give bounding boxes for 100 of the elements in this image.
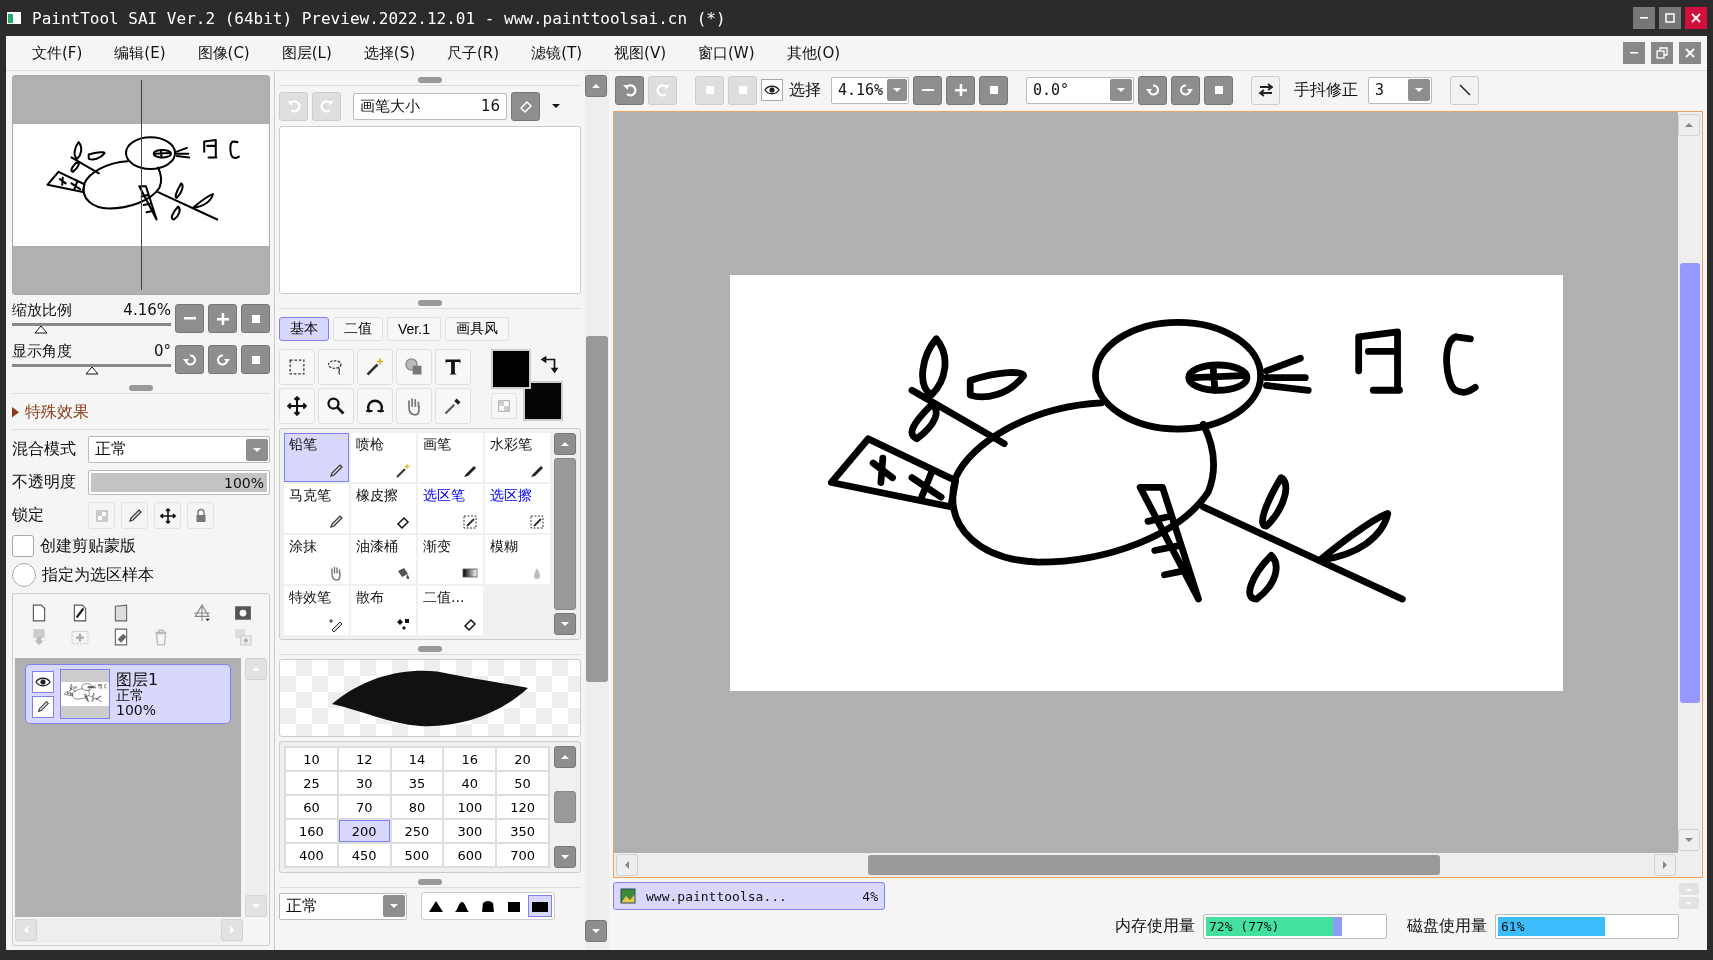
foreground-color-swatch[interactable] — [491, 349, 531, 389]
scroll-left-button[interactable] — [616, 854, 638, 876]
rotate-left-button[interactable] — [1138, 75, 1167, 105]
splitter-handle[interactable] — [418, 77, 442, 83]
perspective-button[interactable] — [193, 604, 211, 622]
scroll-up-button[interactable] — [585, 75, 607, 97]
brush-tool[interactable]: 散布 — [351, 586, 416, 635]
brush-size-preset[interactable]: 400 — [286, 844, 337, 866]
eyedropper-button[interactable] — [435, 388, 471, 424]
rotate-left-button[interactable] — [175, 345, 204, 374]
brush-tool[interactable]: 模糊 — [485, 535, 550, 584]
brush-size-preset[interactable]: 50 — [497, 772, 548, 794]
minimize-button[interactable] — [1633, 7, 1655, 29]
brush-tool[interactable]: 马克笔 — [284, 484, 349, 533]
brush-size-preset[interactable]: 500 — [391, 844, 443, 866]
scrollbar-thumb[interactable] — [554, 458, 576, 610]
brush-size-preset[interactable]: 120 — [497, 796, 548, 818]
tool-set-tab[interactable]: Ver.1 — [387, 317, 441, 341]
tool-set-tab[interactable]: 二值 — [333, 317, 383, 341]
effects-toggle[interactable]: 特殊效果 — [25, 402, 89, 423]
brush-tool[interactable]: 二值... — [418, 586, 483, 635]
brush-size-preset[interactable]: 200 — [338, 820, 390, 842]
brush-size-preset[interactable]: 600 — [444, 844, 496, 866]
scroll-down-button[interactable] — [585, 920, 607, 942]
brush-size-preset[interactable]: 350 — [497, 820, 548, 842]
splitter-handle[interactable] — [418, 879, 442, 885]
blend-mode-dropdown[interactable]: 正常 — [88, 436, 270, 463]
menu-item[interactable]: 文件(F) — [16, 43, 99, 63]
brush-tool[interactable]: 水彩笔 — [485, 433, 550, 482]
brush-tool[interactable]: 油漆桶 — [351, 535, 416, 584]
selection-source-radio[interactable] — [12, 563, 36, 587]
menu-item[interactable]: 滤镜(T) — [515, 43, 599, 63]
close-button[interactable] — [1679, 42, 1701, 64]
visibility-toggle[interactable] — [32, 670, 54, 693]
brush-size-preset[interactable]: 70 — [338, 796, 390, 818]
lock-move-button[interactable] — [154, 502, 181, 529]
brush-size-preset[interactable]: 12 — [338, 748, 390, 770]
scrollbar-thumb[interactable] — [586, 335, 608, 682]
brush-size-preset[interactable]: 300 — [444, 820, 496, 842]
layer-item[interactable]: 图层1 正常 100% — [25, 664, 231, 724]
zoom-out-button[interactable] — [175, 304, 204, 333]
brush-size-field[interactable]: 画笔大小 16 — [353, 92, 507, 120]
hand-button[interactable] — [396, 388, 432, 424]
zoom-in-button[interactable] — [208, 304, 237, 333]
lock-pixels-button[interactable] — [121, 502, 148, 529]
clipping-checkbox[interactable] — [12, 535, 34, 557]
brush-tool[interactable]: 选区擦 — [485, 484, 550, 533]
canvas[interactable] — [729, 274, 1563, 691]
new-vector-layer-button[interactable] — [71, 604, 89, 622]
brush-size-preset[interactable]: 450 — [338, 844, 390, 866]
rotate-button[interactable] — [357, 388, 393, 424]
brush-size-preset[interactable]: 700 — [497, 844, 548, 866]
zoom-button[interactable] — [318, 388, 354, 424]
scrollbar-thumb[interactable] — [554, 791, 576, 823]
undo-button[interactable] — [615, 75, 644, 105]
stabilizer-dropdown[interactable]: 3 — [1368, 76, 1432, 104]
splitter-handle[interactable] — [418, 300, 442, 306]
background-color-swatch[interactable] — [523, 381, 563, 421]
splitter-handle[interactable] — [129, 385, 153, 391]
flip-button[interactable] — [1251, 75, 1280, 105]
shape-button[interactable] — [396, 349, 432, 385]
transparent-color-button[interactable] — [491, 393, 517, 419]
brush-tool[interactable]: 画笔 — [418, 433, 483, 482]
brush-tool[interactable]: 橡皮擦 — [351, 484, 416, 533]
rotate-reset-button[interactable] — [241, 345, 270, 374]
close-button[interactable] — [1685, 7, 1707, 29]
zoom-reset-button[interactable] — [241, 304, 270, 333]
brush-size-preset[interactable]: 16 — [444, 748, 496, 770]
zoom-in-button[interactable] — [946, 75, 975, 105]
brush-tool[interactable]: 铅笔 — [284, 433, 349, 482]
menu-item[interactable]: 图像(C) — [181, 43, 266, 63]
menu-item[interactable]: 尺子(R) — [431, 43, 516, 63]
brush-size-preset[interactable]: 80 — [391, 796, 443, 818]
scroll-down-button[interactable] — [554, 846, 576, 868]
text-button[interactable] — [435, 349, 471, 385]
zoom-dropdown[interactable]: 4.16% — [831, 76, 909, 104]
zoom-out-button[interactable] — [913, 75, 942, 105]
menu-item[interactable]: 选择(S) — [347, 43, 431, 63]
minimize-button[interactable] — [1623, 42, 1645, 64]
brush-tool[interactable]: 选区笔 — [418, 484, 483, 533]
brush-shape-button[interactable] — [528, 895, 552, 917]
brush-tool[interactable]: 喷枪 — [351, 433, 416, 482]
brush-tool[interactable]: 特效笔 — [284, 586, 349, 635]
rotate-right-button[interactable] — [1171, 75, 1200, 105]
menu-item[interactable]: 视图(V) — [598, 43, 682, 63]
restore-button[interactable] — [1651, 42, 1673, 64]
zoom-reset-button[interactable] — [979, 75, 1008, 105]
opacity-slider[interactable]: 100% — [88, 470, 270, 495]
scroll-up-button[interactable] — [554, 433, 576, 455]
brush-size-preset[interactable]: 30 — [338, 772, 390, 794]
brush-size-preset[interactable]: 20 — [497, 748, 548, 770]
move-button[interactable] — [279, 388, 315, 424]
rotate-reset-button[interactable] — [1204, 75, 1233, 105]
brush-size-preset[interactable]: 10 — [286, 748, 337, 770]
rotate-right-button[interactable] — [208, 345, 237, 374]
magic-wand-button[interactable] — [357, 349, 393, 385]
menu-item[interactable]: 编辑(E) — [98, 43, 182, 63]
brush-tool[interactable]: 渐变 — [418, 535, 483, 584]
scroll-up-button[interactable] — [554, 746, 576, 768]
scroll-right-button[interactable] — [1654, 854, 1676, 876]
